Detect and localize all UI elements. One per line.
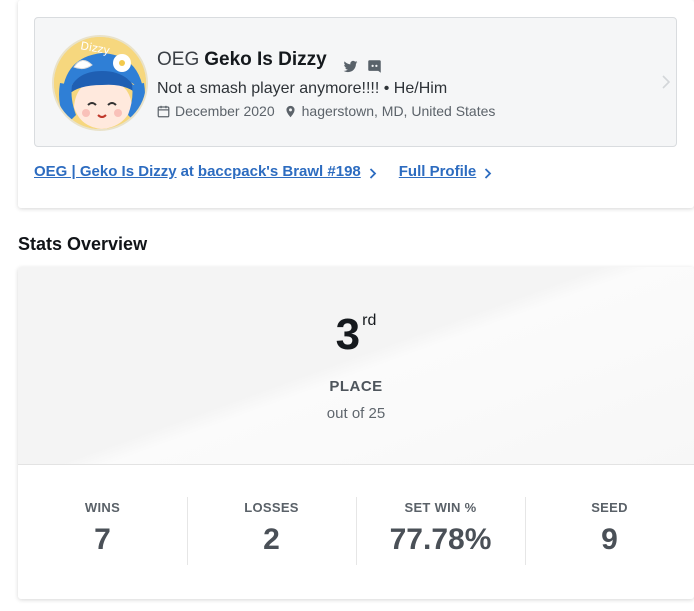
profile-links: OEG | Geko Is Dizzy at baccpack's Brawl … [34,163,492,180]
chevron-right-icon [661,74,671,90]
stats-row: WINS 7 LOSSES 2 SET WIN % 77.78% SEED 9 [18,465,694,599]
player-location: hagerstown, MD, United States [301,103,496,119]
calendar-icon [157,105,170,118]
stat-value: 7 [94,523,111,556]
stat-value: 2 [263,523,280,556]
full-profile-link[interactable]: Full Profile [399,163,477,180]
stat-label: WINS [84,500,121,515]
discord-icon[interactable] [367,59,382,74]
player-avatar: Dizzy [52,35,148,131]
placement-panel: 3rd PLACE out of 25 [18,267,694,465]
stat-value: 9 [601,523,618,556]
placement-label: PLACE [329,378,383,395]
stat-label: SET WIN % [404,500,477,515]
twitter-icon[interactable] [343,59,358,74]
stat-label: LOSSES [244,500,299,515]
placement-suffix: rd [362,312,377,329]
placement-number: 3 [335,310,361,359]
gamertag-line: OEG Geko Is Dizzy [157,49,391,74]
placement-out-of: out of 25 [326,405,386,422]
stat-set-win-percent: SET WIN % 77.78% [356,465,525,599]
player-info-box[interactable]: Dizzy OEG Geko Is Dizzy Not a smash play… [34,17,677,147]
stat-wins: WINS 7 [18,465,187,599]
joined-date: December 2020 [175,103,275,119]
chevron-right-icon [369,166,377,179]
placement-value: 3rd [18,310,694,359]
chevron-right-icon [484,166,492,179]
stats-overview-title: Stats Overview [18,234,148,254]
player-bio: Not a smash player anymore!!!! • He/Him [157,80,448,97]
stat-value: 77.78% [389,523,492,556]
team-prefix: OEG [157,49,200,70]
stats-overview-card: 3rd PLACE out of 25 WINS 7 LOSSES 2 SET … [18,267,694,599]
stat-label: SEED [591,500,628,515]
social-links [343,59,391,74]
stat-losses: LOSSES 2 [187,465,356,599]
event-at-text: at [180,163,194,180]
location-pin-icon [284,105,297,118]
event-entrant-link[interactable]: OEG | Geko Is Dizzy [34,163,177,180]
gamertag: Geko Is Dizzy [204,49,327,70]
event-name-link[interactable]: baccpack's Brawl #198 [198,163,361,180]
avatar-illustration: Dizzy [54,37,146,129]
stat-seed: SEED 9 [525,465,694,599]
player-meta: December 2020 hagerstown, MD, United Sta… [157,103,495,119]
player-profile-card: Dizzy OEG Geko Is Dizzy Not a smash play… [18,0,694,208]
